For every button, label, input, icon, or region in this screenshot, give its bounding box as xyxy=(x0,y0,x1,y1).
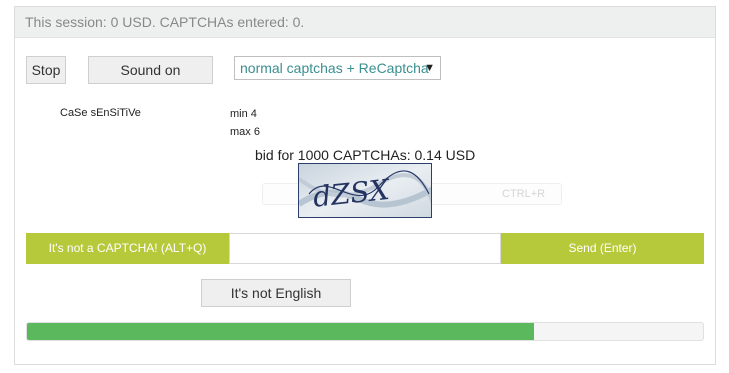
not-english-button[interactable]: It's not English xyxy=(201,279,351,307)
stop-button[interactable]: Stop xyxy=(26,56,66,84)
captcha-panel: This session: 0 USD. CAPTCHAs entered: 0… xyxy=(14,6,716,365)
captcha-answer-input[interactable] xyxy=(229,233,501,264)
timer-progress-fill xyxy=(27,323,534,340)
max-length-label: max 6 xyxy=(230,126,260,138)
answer-row: It's not a CAPTCHA! (ALT+Q) Send (Enter) xyxy=(26,233,704,264)
captcha-mode-select[interactable]: normal captchas + ReCaptcha ▼ xyxy=(234,56,441,80)
reload-hint: CTRL+R xyxy=(502,188,546,200)
case-sensitive-label: CaSe sEnSiTiVe xyxy=(60,107,141,119)
captcha-image-graphic: dZSX xyxy=(299,164,431,217)
not-captcha-button[interactable]: It's not a CAPTCHA! (ALT+Q) xyxy=(26,233,229,264)
dropdown-arrow-icon: ▼ xyxy=(424,62,435,74)
session-status: This session: 0 USD. CAPTCHAs entered: 0… xyxy=(15,7,715,38)
send-button[interactable]: Send (Enter) xyxy=(501,233,704,264)
captcha-mode-value: normal captchas + ReCaptcha xyxy=(240,60,429,76)
sound-toggle-button[interactable]: Sound on xyxy=(88,56,213,84)
min-length-label: min 4 xyxy=(230,108,257,120)
timer-progress-bar xyxy=(26,322,704,341)
bid-label: bid for 1000 CAPTCHAs: 0.14 USD xyxy=(255,147,476,163)
captcha-image: dZSX xyxy=(298,163,432,218)
